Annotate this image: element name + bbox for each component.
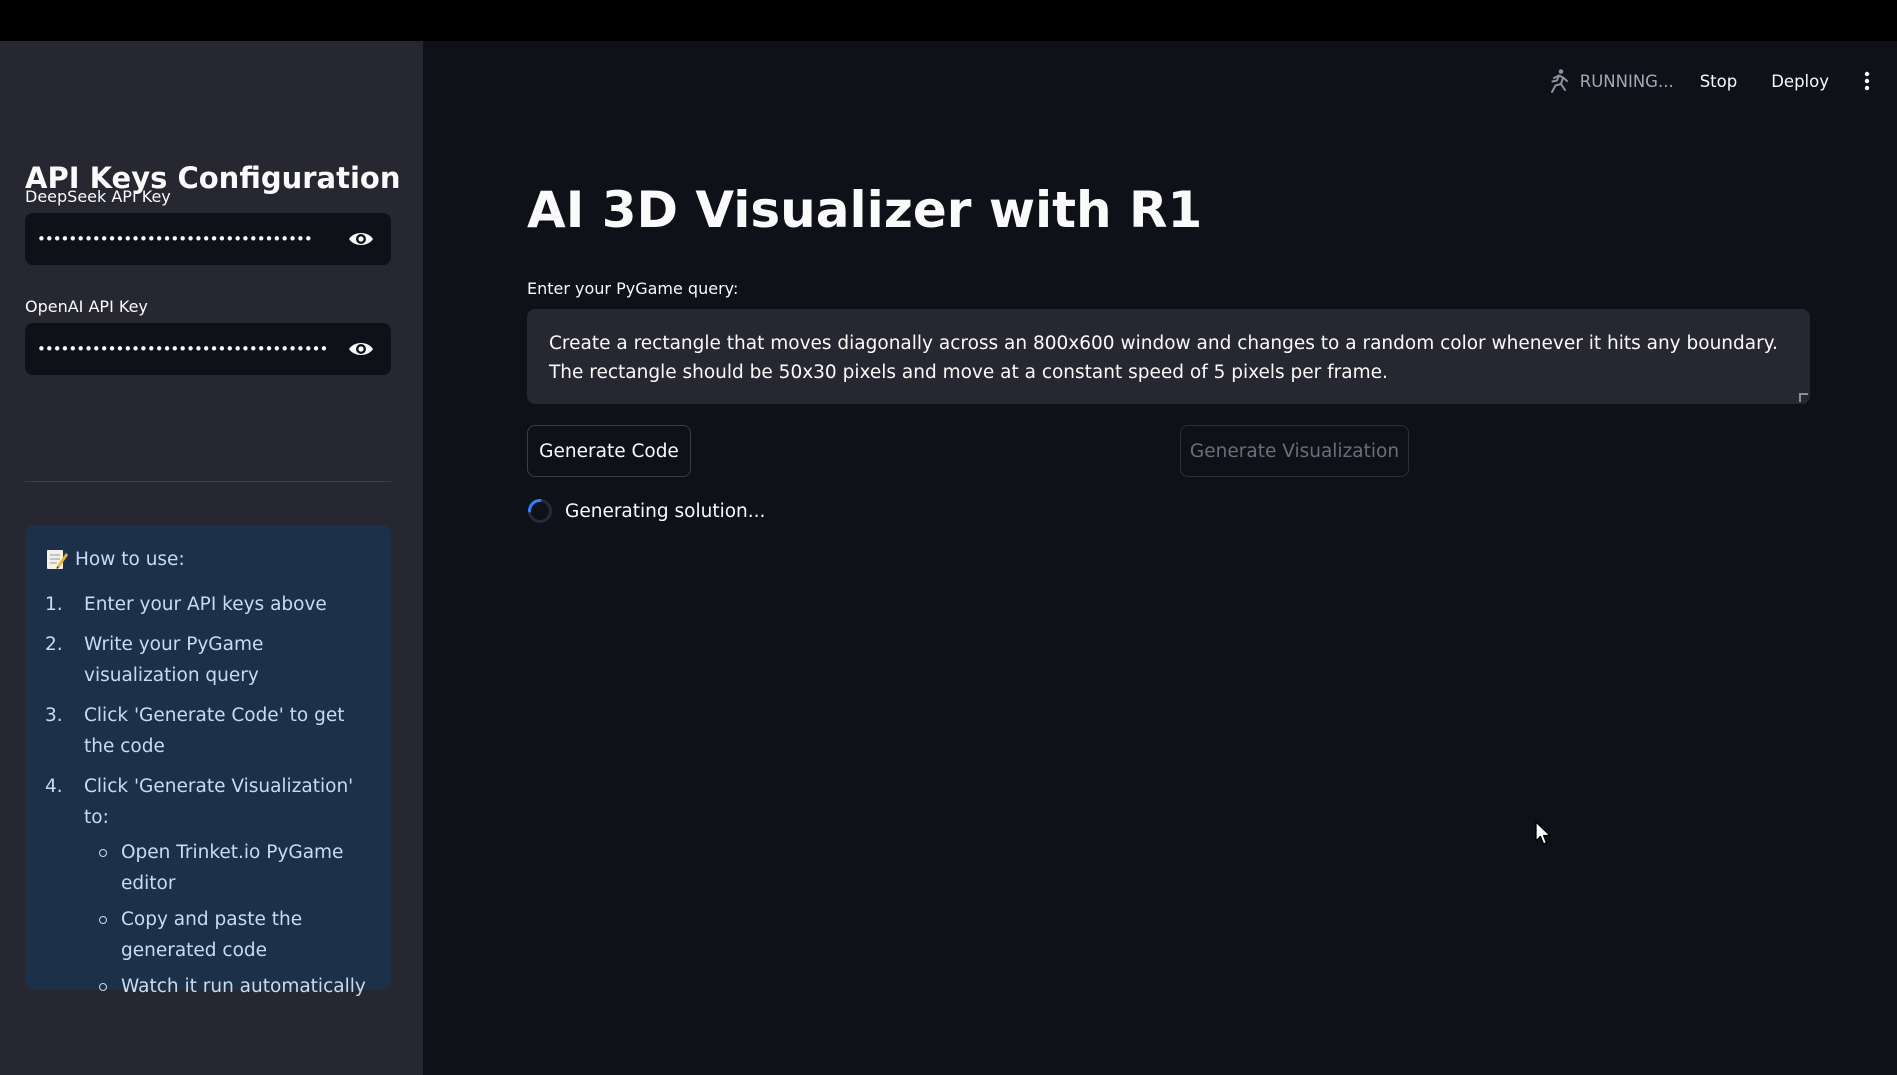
how-to-steps: 1. Enter your API keys above 2. Write yo… (45, 589, 371, 1007)
query-textarea[interactable]: Create a rectangle that moves diagonally… (527, 309, 1810, 404)
deepseek-key-field (25, 212, 391, 266)
sidebar-divider (25, 481, 391, 482)
kebab-menu-icon[interactable] (1857, 66, 1877, 96)
step-2: 2. Write your PyGame visualization query (45, 634, 264, 686)
step-4-substeps: Open Trinket.io PyGame editor Copy and p… (84, 837, 371, 1002)
deepseek-key-label: DeepSeek API Key (25, 187, 171, 206)
main-panel: RUNNING... Stop Deploy AI 3D Visualizer … (423, 41, 1897, 1075)
deepseek-key-input[interactable] (25, 212, 331, 266)
sidebar: API Keys Configuration DeepSeek API Key … (0, 41, 423, 1075)
query-text: Create a rectangle that moves diagonally… (549, 333, 1778, 383)
substep-3: Watch it run automatically (84, 971, 371, 1002)
resize-handle-icon[interactable] (1799, 393, 1808, 402)
how-to-use-header: How to use: (45, 547, 371, 571)
query-label: Enter your PyGame query: (527, 279, 739, 298)
step-4: 4. Click 'Generate Visualization' to: Op… (45, 771, 371, 1007)
openai-key-input[interactable] (25, 322, 331, 376)
step-3: 3. Click 'Generate Code' to get the code (45, 705, 345, 757)
status-text: Generating solution... (565, 500, 766, 522)
spinner-icon (527, 498, 553, 524)
bullet-icon (84, 904, 121, 935)
page-title: AI 3D Visualizer with R1 (527, 181, 1203, 239)
memo-icon (45, 547, 69, 571)
bullet-icon (84, 971, 121, 1002)
deepseek-eye-icon[interactable] (331, 213, 391, 265)
generating-status: Generating solution... (527, 498, 765, 524)
how-to-use-heading: How to use: (75, 548, 185, 570)
substep-2: Copy and paste the generated code (84, 904, 371, 966)
bullet-icon (84, 837, 121, 868)
openai-key-label: OpenAI API Key (25, 297, 148, 316)
openai-key-field (25, 322, 391, 376)
deploy-button[interactable]: Deploy (1771, 72, 1829, 91)
stop-button[interactable]: Stop (1700, 72, 1738, 91)
running-status: RUNNING... (1546, 68, 1674, 94)
generate-code-button[interactable]: Generate Code (527, 425, 691, 477)
how-to-use-box: How to use: 1. Enter your API keys above… (25, 525, 391, 997)
app-container: API Keys Configuration DeepSeek API Key … (0, 41, 1897, 1075)
running-status-text: RUNNING... (1579, 71, 1674, 91)
generate-visualization-button[interactable]: Generate Visualization (1180, 425, 1409, 477)
running-figure-icon (1546, 68, 1570, 94)
step-1: 1. Enter your API keys above (45, 594, 327, 615)
mouse-cursor-icon (1535, 821, 1553, 847)
substep-1: Open Trinket.io PyGame editor (84, 837, 371, 899)
top-toolbar: RUNNING... Stop Deploy (1546, 65, 1897, 97)
openai-eye-icon[interactable] (331, 323, 391, 375)
